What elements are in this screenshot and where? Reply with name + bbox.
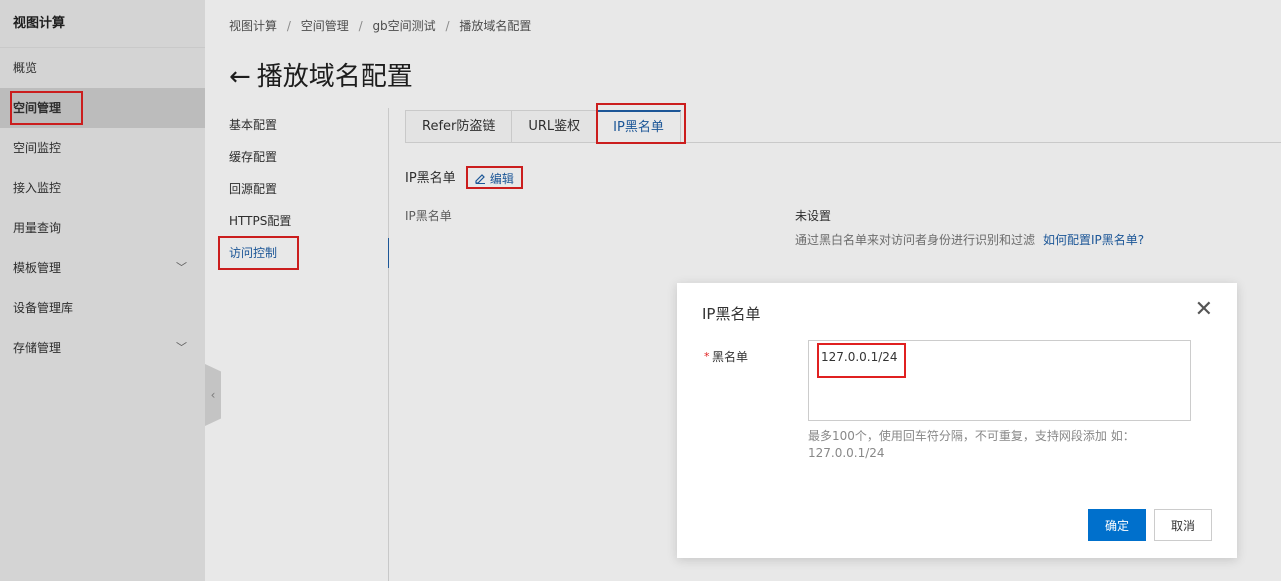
blacklist-field-label: 黑名单 — [712, 350, 749, 364]
confirm-button[interactable]: 确定 — [1088, 509, 1146, 541]
required-mark: * — [704, 350, 710, 363]
cancel-button[interactable]: 取消 — [1154, 509, 1212, 541]
close-icon[interactable]: ✕ — [1195, 299, 1213, 321]
dialog-title: IP黑名单 — [702, 305, 761, 323]
highlight-box — [817, 343, 906, 378]
ip-blacklist-dialog: IP黑名单 ✕ * 黑名单 127.0.0.1/24 最多100个，使用回车符分… — [677, 283, 1237, 558]
blacklist-help-text: 最多100个，使用回车符分隔，不可重复，支持网段添加 如：127.0.0.1/2… — [808, 429, 1135, 460]
